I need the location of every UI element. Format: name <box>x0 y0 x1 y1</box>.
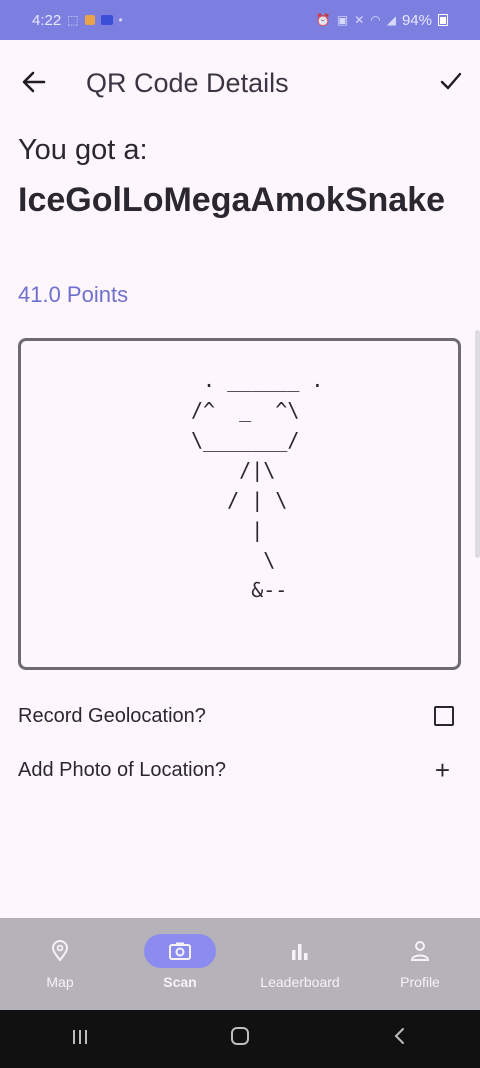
nav-label-scan: Scan <box>163 974 197 990</box>
home-button[interactable] <box>220 1025 260 1053</box>
nav-item-leaderboard[interactable]: Leaderboard <box>240 918 360 1010</box>
points-value: 41.0 Points <box>18 282 129 307</box>
back-nav-button[interactable] <box>380 1026 420 1052</box>
nav-item-scan[interactable]: Scan <box>120 918 240 1010</box>
notification-icon: ⬚ <box>67 13 79 27</box>
alarm-icon: ⏰ <box>315 13 331 27</box>
record-geolocation-label: Record Geolocation? <box>18 704 206 727</box>
bottom-navigation: Map Scan Leaderboard Profile <box>0 918 480 1010</box>
back-button[interactable] <box>20 68 50 98</box>
home-icon <box>231 1027 249 1045</box>
add-photo-row[interactable]: Add Photo of Location? + <box>18 750 458 790</box>
scrollbar[interactable] <box>475 330 480 558</box>
plus-icon[interactable]: + <box>435 757 450 783</box>
app-bar: QR Code Details <box>0 40 480 130</box>
chevron-left-icon <box>394 1028 404 1044</box>
nav-label-leaderboard: Leaderboard <box>260 974 340 990</box>
qr-visual-card: . ______ . /^ _ ^\ \_______/ /|\ / | \ |… <box>18 338 461 670</box>
system-navigation-bar <box>0 1010 480 1068</box>
nav-item-profile[interactable]: Profile <box>360 918 480 1010</box>
checkmark-icon <box>440 72 462 90</box>
app-notification-icon <box>84 15 95 25</box>
record-geolocation-row[interactable]: Record Geolocation? <box>18 696 458 736</box>
ascii-art: . ______ . /^ _ ^\ \_______/ /|\ / | \ |… <box>191 368 324 602</box>
nfc-icon: ▣ <box>336 13 349 27</box>
camera-icon <box>169 942 191 960</box>
person-icon <box>410 941 430 961</box>
more-notifications-icon: • <box>118 13 123 27</box>
recent-apps-button[interactable] <box>60 1026 100 1052</box>
bar-chart-icon <box>292 944 308 960</box>
battery-icon <box>438 14 448 26</box>
wifi-icon: ◠ <box>370 13 381 27</box>
calendar-notification-icon <box>100 15 113 25</box>
nav-label-map: Map <box>46 974 74 990</box>
nav-item-map[interactable]: Map <box>0 918 120 1010</box>
battery-percent: 94% <box>401 11 432 29</box>
map-pin-icon <box>51 940 69 962</box>
result-prefix: You got a: <box>18 134 148 166</box>
status-bar: 4:22 ⬚ • ⏰ ▣ ✕ ◠ ◢ 94% <box>0 0 480 40</box>
page-title: QR Code Details <box>86 68 289 98</box>
arrow-left-icon <box>22 71 46 93</box>
recent-apps-icon <box>73 1030 87 1044</box>
mute-icon: ✕ <box>354 13 365 27</box>
status-time: 4:22 <box>32 11 62 29</box>
signal-icon: ◢ <box>386 13 396 27</box>
confirm-button[interactable] <box>438 68 464 101</box>
record-geolocation-checkbox[interactable] <box>434 706 454 726</box>
nav-label-profile: Profile <box>400 974 440 990</box>
add-photo-label: Add Photo of Location? <box>18 758 226 781</box>
qr-code-name: IceGolLoMegaAmokSnake <box>18 181 446 219</box>
